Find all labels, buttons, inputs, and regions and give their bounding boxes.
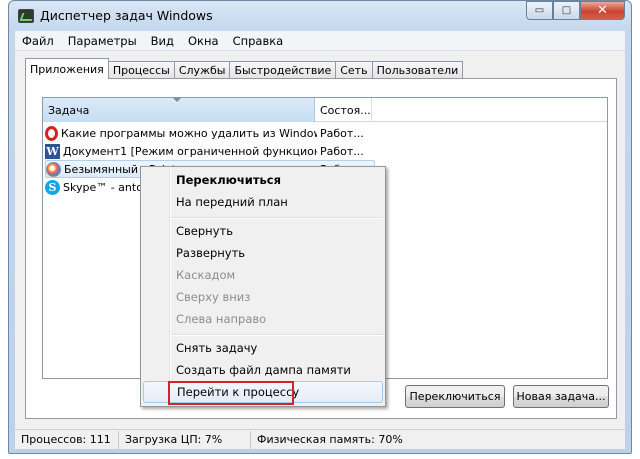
menu-separator: [171, 217, 383, 219]
menu-item-create-dump[interactable]: Создать файл дампа памяти: [143, 359, 383, 381]
column-state[interactable]: Состоя...: [315, 98, 372, 122]
list-header: Задача Состоя...: [43, 98, 607, 122]
task-name: Какие программы можно удалить из Windows…: [61, 126, 317, 140]
tab-performance[interactable]: Быстродействие: [229, 61, 337, 79]
maximize-icon: □: [561, 5, 572, 16]
word-icon: W: [45, 143, 60, 159]
opera-icon: [45, 125, 58, 141]
menu-item-tile-vertical: Сверху вниз: [176, 290, 251, 304]
caption-buttons: ▭ □ ✕: [526, 1, 625, 21]
column-state-label: Состоя...: [320, 103, 371, 117]
task-name: Документ1 [Режим ограниченной функциона.…: [63, 144, 317, 158]
minimize-button[interactable]: ▭: [526, 1, 553, 20]
minimize-icon: ▭: [534, 5, 545, 16]
menu-view[interactable]: Вид: [144, 34, 181, 48]
task-manager-icon: [18, 9, 34, 23]
menu-file[interactable]: Файл: [15, 34, 61, 48]
tab-network[interactable]: Сеть: [335, 61, 373, 79]
menu-item-tile-horizontal: Слева направо: [176, 312, 267, 326]
column-filler: [372, 98, 607, 122]
status-processes: Процессов: 111: [15, 430, 119, 449]
tab-processes[interactable]: Процессы: [107, 61, 175, 79]
task-name: Skype™ - antox: [63, 180, 150, 194]
highlight-annotation-box: [168, 381, 294, 405]
close-icon: ✕: [597, 3, 608, 18]
status-cpu: Загрузка ЦП: 7%: [119, 430, 251, 449]
menu-separator: [171, 334, 383, 336]
new-task-button[interactable]: Новая задача...: [513, 385, 609, 408]
column-task[interactable]: Задача: [43, 98, 315, 122]
tab-users[interactable]: Пользователи: [371, 61, 464, 79]
menu-bar: Файл Параметры Вид Окна Справка: [15, 31, 625, 51]
menu-help[interactable]: Справка: [226, 34, 291, 48]
close-button[interactable]: ✕: [580, 1, 625, 20]
column-task-label: Задача: [48, 103, 90, 117]
menu-item-bring-to-front[interactable]: На передний план: [143, 191, 383, 213]
title-bar[interactable]: Диспетчер задач Windows ▭ □ ✕: [9, 1, 631, 31]
tab-services[interactable]: Службы: [173, 61, 231, 79]
menu-options[interactable]: Параметры: [61, 34, 144, 48]
sort-arrow-icon: [173, 98, 181, 102]
list-item[interactable]: Какие программы можно удалить из Windows…: [45, 124, 374, 142]
menu-item-cascade: Каскадом: [176, 268, 236, 282]
switch-button[interactable]: Переключиться: [405, 385, 505, 408]
menu-item-end-task[interactable]: Снять задачу: [143, 337, 383, 359]
skype-icon: S: [45, 179, 60, 195]
status-bar: Процессов: 111 Загрузка ЦП: 7% Физическа…: [15, 429, 625, 449]
tab-applications[interactable]: Приложения: [25, 58, 109, 79]
menu-item-switch-to[interactable]: Переключиться: [143, 169, 383, 191]
window-title: Диспетчер задач Windows: [40, 8, 213, 23]
status-memory: Физическая память: 70%: [257, 433, 403, 446]
context-menu: Переключиться На передний план Свернуть …: [140, 166, 386, 407]
maximize-button[interactable]: □: [553, 1, 580, 20]
list-item[interactable]: W Документ1 [Режим ограниченной функцион…: [45, 142, 374, 160]
menu-item-minimize[interactable]: Свернуть: [143, 220, 383, 242]
menu-windows[interactable]: Окна: [181, 34, 226, 48]
task-state: Работ...: [320, 144, 364, 158]
menu-item-maximize[interactable]: Развернуть: [143, 242, 383, 264]
tab-strip: Приложения Процессы Службы Быстродействи…: [25, 58, 464, 79]
task-state: Работ...: [320, 126, 364, 140]
paint-icon: [46, 161, 61, 177]
